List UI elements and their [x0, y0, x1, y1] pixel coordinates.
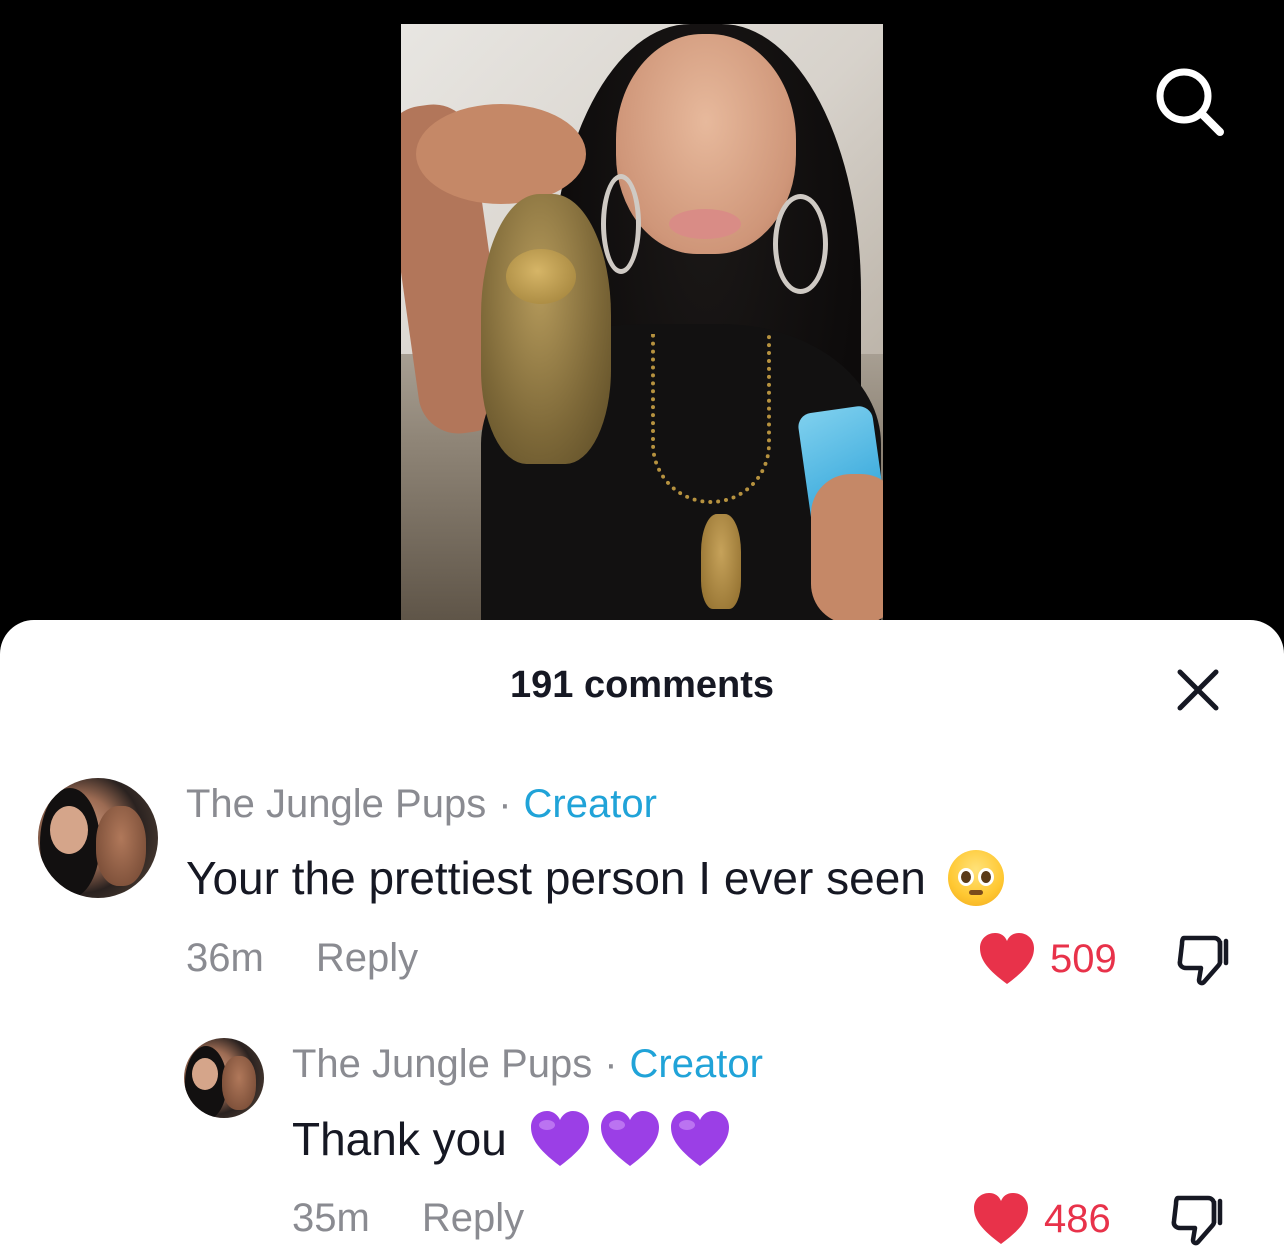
comment-header: The Jungle Pups · Creator	[292, 1042, 763, 1087]
like-button[interactable]: 486	[972, 1192, 1111, 1246]
heart-icon	[974, 1193, 1028, 1244]
creator-badge: Creator	[629, 1042, 763, 1086]
purple-heart-emoji-icon	[670, 1111, 729, 1166]
comment-author[interactable]: The Jungle Pups	[292, 1042, 592, 1086]
comment-author[interactable]: The Jungle Pups	[186, 782, 486, 826]
reply-button[interactable]: Reply	[316, 936, 418, 980]
comment-actions: 36m Reply	[186, 936, 418, 981]
comment-actions: 35m Reply	[292, 1196, 524, 1241]
pleading-face-emoji-icon	[947, 850, 1004, 906]
purple-heart-emoji-icon	[530, 1111, 589, 1166]
like-count: 486	[1044, 1196, 1111, 1241]
close-icon[interactable]	[1170, 662, 1226, 718]
search-icon[interactable]	[1150, 62, 1230, 142]
comments-sheet: 191 comments The Jungle Pups · Creator You…	[0, 620, 1284, 1256]
comment-body: Your the prettiest person I ever seen	[186, 852, 926, 904]
like-count: 509	[1050, 936, 1117, 981]
like-button[interactable]: 509	[978, 932, 1117, 986]
heart-icon	[980, 933, 1034, 984]
comment-time: 35m	[292, 1196, 370, 1240]
separator: ·	[604, 1042, 618, 1086]
dislike-icon[interactable]	[1168, 1192, 1226, 1250]
comment-header: The Jungle Pups · Creator	[186, 782, 657, 827]
comment-text: Thank you	[292, 1110, 731, 1168]
comments-count-title: 191 comments	[509, 664, 774, 706]
comment-text: Your the prettiest person I ever seen	[186, 850, 1004, 906]
video-player[interactable]	[401, 24, 883, 620]
creator-badge: Creator	[523, 782, 657, 826]
dislike-icon[interactable]	[1174, 932, 1232, 990]
purple-heart-emoji-icon	[600, 1111, 659, 1166]
separator: ·	[498, 782, 512, 826]
comment-body: Thank you	[292, 1113, 507, 1165]
comment-time: 36m	[186, 936, 264, 980]
screen: 191 comments The Jungle Pups · Creator You…	[0, 0, 1284, 1256]
avatar[interactable]	[38, 778, 158, 898]
avatar[interactable]	[184, 1038, 264, 1118]
reply-button[interactable]: Reply	[422, 1196, 524, 1240]
